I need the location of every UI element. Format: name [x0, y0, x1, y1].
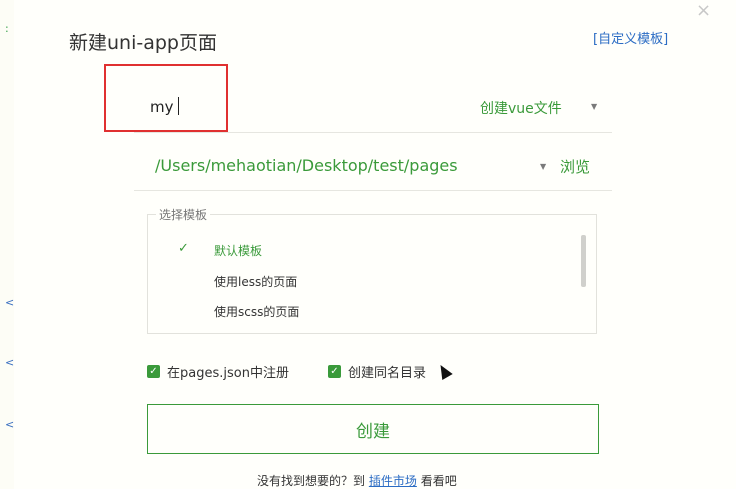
gutter-marker: : — [5, 22, 9, 35]
template-item-scss[interactable]: 使用scss的页面 — [214, 303, 299, 320]
chevron-down-icon[interactable]: ▼ — [591, 102, 597, 111]
path-row: /Users/mehaotian/Desktop/test/pages ▼ 浏览 — [134, 144, 612, 191]
gutter-marker: < — [5, 356, 15, 369]
template-list-scrollbar[interactable] — [581, 235, 586, 287]
create-same-dir-checkbox[interactable]: ✓ 创建同名目录 — [328, 362, 426, 381]
template-item-default[interactable]: 默认模板 — [214, 242, 262, 259]
browse-button[interactable]: 浏览 — [560, 156, 590, 177]
file-type-dropdown[interactable]: 创建vue文件 — [480, 98, 562, 118]
new-page-dialog: 新建uni-app页面 [自定义模板] × 创建vue文件 ▼ /Users/m… — [14, 0, 736, 489]
close-icon[interactable]: × — [696, 0, 711, 21]
check-icon: ✓ — [178, 241, 189, 256]
checkbox-checked-icon: ✓ — [328, 365, 341, 378]
footer-suffix: 看看吧 — [420, 474, 457, 488]
template-list: 选择模板 ✓ 默认模板 使用less的页面 使用scss的页面 — [147, 206, 597, 334]
register-pages-json-label: 在pages.json中注册 — [167, 366, 289, 381]
template-item-less[interactable]: 使用less的页面 — [214, 273, 297, 290]
footer-hint: 没有找到想要的？到 插件市场 看看吧 — [257, 472, 457, 489]
editor-gutter: : < < < — [0, 0, 15, 489]
footer-prefix: 没有找到想要的？到 — [257, 474, 366, 488]
file-type-label: 创建vue文件 — [480, 101, 562, 117]
dialog-title: 新建uni-app页面 — [69, 32, 217, 54]
custom-template-link[interactable]: [自定义模板] — [593, 28, 668, 47]
gutter-marker: < — [5, 296, 15, 309]
annotation-highlight-box — [104, 64, 228, 132]
plugin-market-link[interactable]: 插件市场 — [369, 474, 417, 488]
chevron-down-icon[interactable]: ▼ — [540, 162, 546, 171]
gutter-marker: < — [5, 418, 15, 431]
path-field[interactable]: /Users/mehaotian/Desktop/test/pages — [155, 156, 458, 175]
checkbox-checked-icon: ✓ — [147, 365, 160, 378]
mouse-cursor-icon — [435, 361, 453, 381]
register-pages-json-checkbox[interactable]: ✓ 在pages.json中注册 — [147, 362, 289, 381]
template-list-legend: 选择模板 — [156, 206, 211, 223]
create-same-dir-label: 创建同名目录 — [348, 366, 427, 381]
create-button[interactable]: 创建 — [147, 404, 599, 454]
